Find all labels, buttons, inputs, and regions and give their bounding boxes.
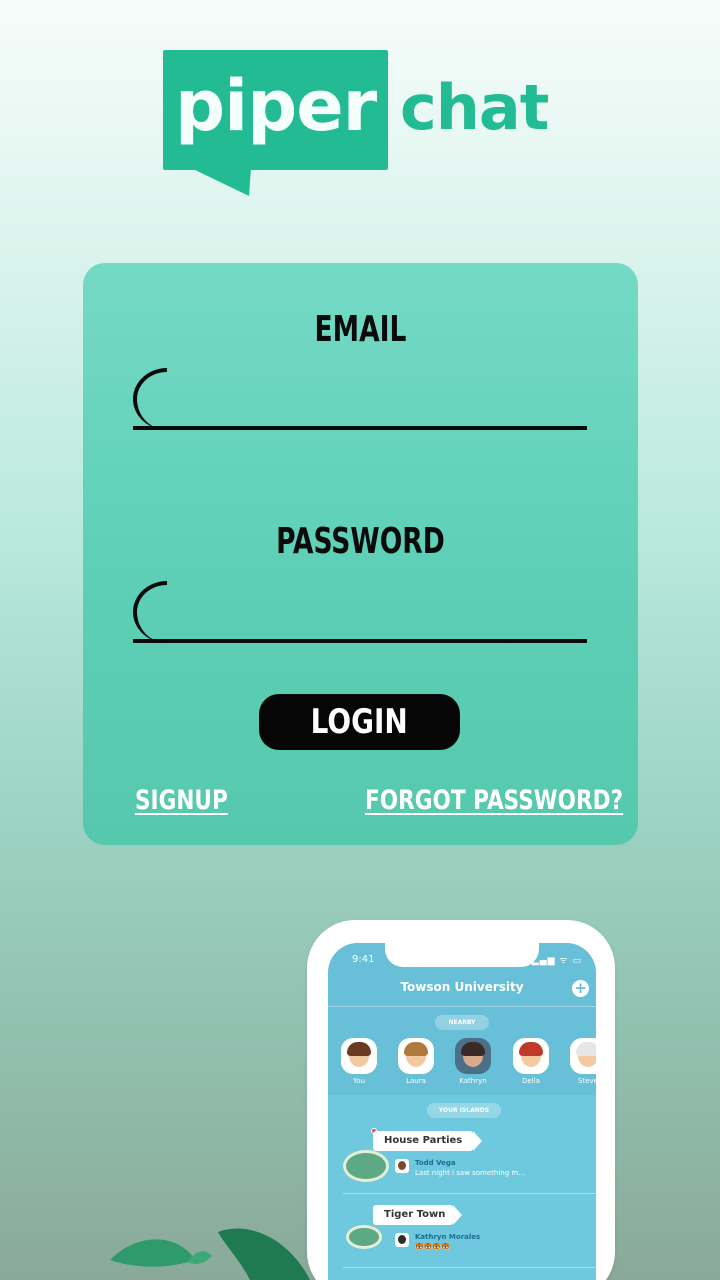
avatar-name: Steve <box>578 1077 596 1085</box>
avatar <box>395 1233 409 1247</box>
phone-title: Towson University <box>400 980 524 994</box>
island-icon <box>343 1150 389 1182</box>
row-divider <box>343 1193 596 1194</box>
phone-screen: 9:41 ▂▄▆ ᯤ ▭ Towson University + NEARBY … <box>328 943 596 1280</box>
avatar <box>513 1038 549 1074</box>
email-field-curve <box>133 368 167 430</box>
email-label: EMAIL <box>314 309 407 350</box>
add-icon: + <box>572 980 589 997</box>
island-title: Tiger Town <box>373 1205 462 1225</box>
avatar-name: You <box>352 1077 366 1085</box>
logo-text-piper: piper <box>175 65 377 147</box>
avatar <box>341 1038 377 1074</box>
login-card: EMAIL PASSWORD LOGIN SIGNUP FORGOT PASSW… <box>83 263 638 845</box>
avatar-name: Laura <box>406 1077 426 1085</box>
avatar-item: Della <box>512 1038 550 1085</box>
avatar <box>395 1159 409 1173</box>
message-preview: Last night i saw something m... <box>415 1169 525 1177</box>
email-field[interactable] <box>133 368 587 430</box>
header-divider <box>328 1006 596 1007</box>
phone-notch <box>385 943 539 967</box>
logo-text-chat: chat <box>400 71 549 144</box>
logo-bubble-tail <box>191 168 251 196</box>
avatar-name: Della <box>522 1077 540 1085</box>
password-label: PASSWORD <box>276 521 445 562</box>
avatar <box>455 1038 491 1074</box>
status-icons: ▂▄▆ ᯤ ▭ <box>531 956 582 966</box>
avatar-name: Kathryn <box>459 1077 487 1085</box>
message-preview: 🐯🐯🐯🐯 <box>415 1243 450 1251</box>
login-button-label: LOGIN <box>310 702 409 742</box>
avatar-item: Steve <box>569 1038 596 1085</box>
login-button[interactable]: LOGIN <box>259 694 460 750</box>
password-field-curve <box>133 581 167 643</box>
forgot-password-link[interactable]: FORGOT PASSWORD? <box>365 785 623 816</box>
password-field[interactable] <box>133 581 587 643</box>
signup-link[interactable]: SIGNUP <box>135 785 228 816</box>
island-title: House Parties <box>373 1131 482 1151</box>
island-icon <box>346 1225 382 1249</box>
avatar <box>570 1038 596 1074</box>
piperchat-logo: piper chat <box>163 50 563 200</box>
avatar-item: Kathryn <box>454 1038 492 1085</box>
email-input[interactable] <box>163 376 583 422</box>
status-time: 9:41 <box>352 954 375 965</box>
phone-mockup: 9:41 ▂▄▆ ᯤ ▭ Towson University + NEARBY … <box>307 920 615 1280</box>
message-author: Todd Vega <box>415 1159 456 1167</box>
avatar-item: You <box>340 1038 378 1085</box>
leaves-decoration <box>110 1228 310 1280</box>
message-author: Kathryn Morales <box>415 1233 481 1241</box>
row-divider <box>343 1267 596 1268</box>
avatar-item: Laura <box>397 1038 435 1085</box>
nearby-pill: NEARBY <box>435 1015 489 1030</box>
avatar <box>398 1038 434 1074</box>
password-input[interactable] <box>163 589 583 635</box>
your-islands-pill: YOUR ISLANDS <box>427 1103 501 1118</box>
